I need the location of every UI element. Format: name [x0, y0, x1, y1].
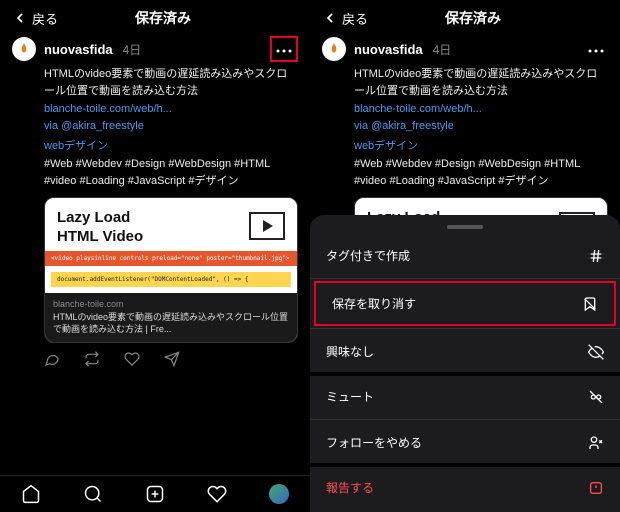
sheet-unsave[interactable]: 保存を取り消す: [314, 281, 616, 326]
sheet-label: タグ付きで作成: [326, 247, 410, 264]
screen-left: 戻る 保存済み nuovasfida 4日 HTMLのvideo要素で動画の遅延…: [0, 0, 310, 512]
back-label: 戻る: [32, 9, 58, 28]
card-title-2: HTML Video: [57, 227, 143, 247]
screen-right: 戻る 保存済み nuovasfida 4日 HTMLのvideo要素で動画の遅延…: [310, 0, 620, 512]
share-icon[interactable]: [164, 351, 180, 367]
create-icon[interactable]: [145, 484, 165, 504]
post-actions: [44, 351, 298, 367]
chevron-left-icon: [322, 10, 338, 26]
sheet-handle[interactable]: [447, 225, 483, 229]
header: 戻る 保存済み: [310, 0, 620, 36]
post-body: HTMLのvideo要素で動画の遅延読み込みやスクロール位置で動画を読み込む方法: [44, 66, 298, 99]
back-button[interactable]: 戻る: [12, 9, 58, 28]
post-url[interactable]: blanche-toile.com/web/h...: [354, 101, 608, 118]
hashtags[interactable]: #Web #Webdev #Design #WebDesign #HTML #v…: [354, 156, 608, 191]
back-label: 戻る: [342, 9, 368, 28]
play-icon: [249, 212, 285, 240]
post-time: 4日: [123, 41, 142, 58]
link-card[interactable]: Lazy Load HTML Video <video playsinline …: [44, 197, 298, 343]
unfollow-icon: [588, 435, 604, 451]
sheet-not-interested[interactable]: 興味なし: [310, 331, 620, 372]
reply-icon[interactable]: [44, 351, 60, 367]
header: 戻る 保存済み: [0, 0, 310, 36]
post-time: 4日: [433, 41, 452, 58]
card-caption: HTMLのvideo要素で動画の遅延読み込みやスクロール位置で動画を読み込む方法…: [53, 311, 289, 336]
action-sheet: タグ付きで作成 保存を取り消す 興味なし ミュート フォローをやめる 報告する: [310, 215, 620, 512]
post-tags: webデザイン #Web #Webdev #Design #WebDesign …: [44, 138, 298, 191]
topic-link[interactable]: webデザイン: [354, 138, 608, 156]
post-header: nuovasfida 4日: [12, 36, 298, 62]
sheet-unfollow[interactable]: フォローをやめる: [310, 422, 620, 463]
post-url[interactable]: blanche-toile.com/web/h...: [44, 101, 298, 118]
profile-avatar[interactable]: [269, 484, 289, 504]
card-image: Lazy Load HTML Video: [45, 198, 297, 251]
sheet-label: 報告する: [326, 479, 374, 496]
code-yellow: document.addEventListener("DOMContentLoa…: [51, 272, 291, 287]
home-icon[interactable]: [21, 484, 41, 504]
avatar[interactable]: [12, 37, 36, 61]
more-icon: [588, 49, 604, 53]
back-button[interactable]: 戻る: [322, 9, 368, 28]
hashtags[interactable]: #Web #Webdev #Design #WebDesign #HTML #v…: [44, 156, 298, 191]
page-title: 保存済み: [368, 8, 578, 28]
report-icon: [588, 480, 604, 496]
topic-link[interactable]: webデザイン: [44, 138, 298, 156]
via-handle[interactable]: @akira_freestyle: [61, 120, 144, 132]
sheet-report[interactable]: 報告する: [310, 467, 620, 508]
sheet-label: 興味なし: [326, 343, 374, 360]
activity-icon[interactable]: [207, 484, 227, 504]
more-button[interactable]: [270, 36, 298, 62]
card-title-1: Lazy Load: [57, 208, 143, 228]
code-red: <video playsinline controls preload="non…: [45, 251, 297, 266]
avatar-logo-icon: [327, 42, 341, 56]
post-content: nuovasfida 4日 HTMLのvideo要素で動画の遅延読み込みやスクロ…: [0, 36, 310, 475]
sheet-label: ミュート: [326, 388, 374, 405]
sheet-label: フォローをやめる: [326, 434, 422, 451]
like-icon[interactable]: [124, 351, 140, 367]
avatar[interactable]: [322, 37, 346, 61]
card-domain: blanche-toile.com: [53, 299, 289, 309]
sheet-create-tagged[interactable]: タグ付きで作成: [310, 235, 620, 276]
username[interactable]: nuovasfida: [354, 42, 423, 57]
tab-bar: [0, 475, 310, 512]
post-tags: webデザイン #Web #Webdev #Design #WebDesign …: [354, 138, 608, 191]
hash-icon: [588, 248, 604, 264]
avatar-logo-icon: [17, 42, 31, 56]
eye-off-icon: [588, 344, 604, 360]
post-body: HTMLのvideo要素で動画の遅延読み込みやスクロール位置で動画を読み込む方法: [354, 66, 608, 99]
search-icon[interactable]: [83, 484, 103, 504]
sheet-mute[interactable]: ミュート: [310, 376, 620, 417]
card-footer: blanche-toile.com HTMLのvideo要素で動画の遅延読み込み…: [45, 293, 297, 342]
more-button[interactable]: [584, 36, 608, 62]
post-header: nuovasfida 4日: [322, 36, 608, 62]
unsave-icon: [582, 296, 598, 312]
via-handle[interactable]: @akira_freestyle: [371, 120, 454, 132]
post-via: via @akira_freestyle: [44, 118, 298, 135]
chevron-left-icon: [12, 10, 28, 26]
more-icon: [276, 49, 292, 53]
mute-icon: [588, 389, 604, 405]
repost-icon[interactable]: [84, 351, 100, 367]
page-title: 保存済み: [58, 8, 268, 28]
post-via: via @akira_freestyle: [354, 118, 608, 135]
username[interactable]: nuovasfida: [44, 42, 113, 57]
sheet-label: 保存を取り消す: [332, 295, 416, 312]
